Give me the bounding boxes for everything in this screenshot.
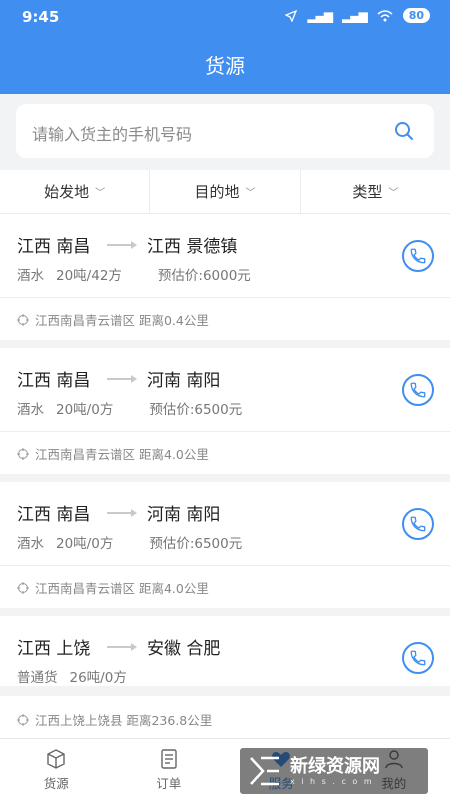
route-from: 江西 南昌 xyxy=(17,237,91,257)
load: 26吨/0方 xyxy=(69,670,127,686)
load: 20吨/0方 xyxy=(56,536,114,552)
location-info: 江西南昌青云谱区 距离0.4公里 xyxy=(17,310,209,329)
route-from: 江西 上饶 xyxy=(17,639,91,659)
location-info: 江西南昌青云谱区 距离4.0公里 xyxy=(17,444,209,463)
load: 20吨/0方 xyxy=(56,402,114,418)
watermark: 新绿资源网 x i h s . c o m xyxy=(240,748,428,794)
search-icon[interactable] xyxy=(394,121,414,141)
signal-icon-2: ▂▄▆ xyxy=(342,8,368,23)
location-text: 江西南昌青云谱区 距离4.0公里 xyxy=(35,447,209,462)
chevron-down-icon: ﹀ xyxy=(245,188,256,199)
route-to: 江西 景德镇 xyxy=(147,237,238,257)
price: 预估价:6500元 xyxy=(149,402,243,418)
route-to: 河南 南阳 xyxy=(147,505,221,525)
phone-icon xyxy=(410,650,426,666)
card-main: 江西 南昌 河南 南阳 酒水 20吨/0方 预估价:6500元 xyxy=(0,482,450,566)
location-arrow-icon xyxy=(285,9,298,22)
phone-icon xyxy=(410,382,426,398)
search-placeholder: 请输入货主的手机号码 xyxy=(32,125,193,144)
route: 江西 南昌 江西 景德镇 xyxy=(17,232,237,257)
cargo-card[interactable]: 江西 南昌 河南 南阳 酒水 20吨/0方 预估价:6500元 江西南昌青云谱区… xyxy=(0,482,450,608)
arrow-right-icon xyxy=(107,508,139,518)
goods-type: 普通货 xyxy=(17,670,58,686)
goods-type: 酒水 xyxy=(17,402,44,418)
status-icons: ▂▄▆ ▂▄▆ 80 xyxy=(285,8,430,23)
watermark-text: 新绿资源网 xyxy=(290,755,380,777)
cargo-card[interactable]: 江西 上饶 安徽 合肥 普通货 26吨/0方 xyxy=(0,616,450,686)
cargo-details: 酒水 20吨/0方 预估价:6500元 xyxy=(17,398,242,418)
signal-icon: ▂▄▆ xyxy=(307,8,333,23)
cargo-list: 江西 南昌 江西 景德镇 酒水 20吨/42方 预估价:6000元 江西南昌青云… xyxy=(0,214,450,694)
phone-button[interactable] xyxy=(402,240,434,272)
filter-bar: 始发地 ﹀ 目的地 ﹀ 类型 ﹀ xyxy=(0,170,450,214)
wifi-icon xyxy=(377,9,393,21)
phone-button[interactable] xyxy=(402,642,434,674)
status-bar: 9:45 ▂▄▆ ▂▄▆ 80 xyxy=(0,0,450,34)
phone-button[interactable] xyxy=(402,508,434,540)
cube-icon xyxy=(47,748,65,769)
crosshair-icon xyxy=(17,581,29,594)
location-row: 江西上饶上饶县 距离236.8公里 xyxy=(0,696,450,738)
filter-destination[interactable]: 目的地 ﹀ xyxy=(150,170,301,213)
price: 预估价:6000元 xyxy=(157,268,251,284)
search-area: 请输入货主的手机号码 xyxy=(0,94,450,170)
goods-type: 酒水 xyxy=(17,536,44,552)
phone-icon xyxy=(410,516,426,532)
status-time: 9:45 xyxy=(22,8,60,26)
chevron-down-icon: ﹀ xyxy=(95,188,106,199)
location-text: 江西南昌青云谱区 距离4.0公里 xyxy=(35,581,209,596)
battery-icon: 80 xyxy=(402,8,430,23)
route: 江西 南昌 河南 南阳 xyxy=(17,366,220,391)
search-input[interactable]: 请输入货主的手机号码 xyxy=(16,104,434,158)
load: 20吨/42方 xyxy=(56,268,122,284)
tab-cargo[interactable]: 货源 xyxy=(0,739,113,800)
filter-label: 类型 xyxy=(352,183,383,201)
route-to: 河南 南阳 xyxy=(147,371,221,391)
card-main: 江西 南昌 河南 南阳 酒水 20吨/0方 预估价:6500元 xyxy=(0,348,450,432)
route: 江西 南昌 河南 南阳 xyxy=(17,500,220,525)
tab-label: 货源 xyxy=(43,775,69,791)
arrow-right-icon xyxy=(107,374,139,384)
arrow-right-icon xyxy=(107,642,139,652)
cargo-card[interactable]: 江西 南昌 江西 景德镇 酒水 20吨/42方 预估价:6000元 江西南昌青云… xyxy=(0,214,450,340)
document-icon xyxy=(161,748,177,769)
route-to: 安徽 合肥 xyxy=(147,639,221,659)
goods-type: 酒水 xyxy=(17,268,44,284)
chevron-down-icon: ﹀ xyxy=(388,188,399,199)
phone-button[interactable] xyxy=(402,374,434,406)
filter-label: 目的地 xyxy=(194,183,240,201)
cargo-details: 酒水 20吨/0方 预估价:6500元 xyxy=(17,532,242,552)
location-info: 江西上饶上饶县 距离236.8公里 xyxy=(17,710,212,729)
location-text: 江西上饶上饶县 距离236.8公里 xyxy=(35,713,213,728)
crosshair-icon xyxy=(17,447,29,460)
cargo-details: 普通货 26吨/0方 xyxy=(17,666,127,686)
route-from: 江西 南昌 xyxy=(17,505,91,525)
route-from: 江西 南昌 xyxy=(17,371,91,391)
watermark-sub: x i h s . c o m xyxy=(290,776,374,786)
price: 预估价:6500元 xyxy=(149,536,243,552)
filter-label: 始发地 xyxy=(44,183,90,201)
arrow-right-icon xyxy=(107,240,139,250)
route: 江西 上饶 安徽 合肥 xyxy=(17,634,220,659)
filter-origin[interactable]: 始发地 ﹀ xyxy=(0,170,151,213)
crosshair-icon xyxy=(17,313,29,326)
cargo-card[interactable]: 江西 南昌 河南 南阳 酒水 20吨/0方 预估价:6500元 江西南昌青云谱区… xyxy=(0,348,450,474)
page-title: 货源 xyxy=(205,54,245,78)
tab-orders[interactable]: 订单 xyxy=(113,739,226,800)
logo-icon xyxy=(250,756,279,786)
crosshair-icon xyxy=(17,713,29,726)
card-main: 江西 上饶 安徽 合肥 普通货 26吨/0方 xyxy=(0,616,450,686)
location-text: 江西南昌青云谱区 距离0.4公里 xyxy=(35,313,209,328)
phone-icon xyxy=(410,248,426,264)
location-info: 江西南昌青云谱区 距离4.0公里 xyxy=(17,578,209,597)
card-main: 江西 南昌 江西 景德镇 酒水 20吨/42方 预估价:6000元 xyxy=(0,214,450,298)
cargo-details: 酒水 20吨/42方 预估价:6000元 xyxy=(17,264,251,284)
app-header: 9:45 ▂▄▆ ▂▄▆ 80 货源 xyxy=(0,0,450,94)
tab-label: 订单 xyxy=(156,775,182,791)
filter-type[interactable]: 类型 ﹀ xyxy=(301,170,450,213)
